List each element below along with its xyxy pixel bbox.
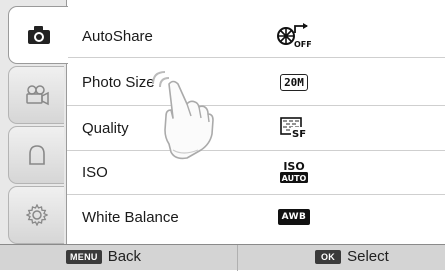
menu-item-label: ISO	[82, 163, 108, 181]
menu-item-photo-size[interactable]: Photo Size 20M	[67, 58, 445, 106]
white-balance-auto-icon: AWB	[272, 193, 316, 241]
bottom-bar: MENU Back OK Select	[0, 244, 445, 271]
tab-movie[interactable]	[8, 66, 64, 124]
select-button[interactable]: OK Select	[315, 248, 389, 265]
person-icon	[28, 145, 45, 165]
camera-icon	[27, 26, 50, 44]
menu-key-badge: MENU	[66, 249, 102, 264]
divider	[237, 245, 238, 271]
back-label: Back	[107, 248, 142, 265]
menu-item-label: Quality	[82, 119, 129, 137]
svg-text:OFF: OFF	[294, 40, 311, 49]
menu-item-label: AutoShare	[82, 27, 153, 45]
tab-settings[interactable]	[8, 186, 64, 244]
menu-item-white-balance[interactable]: White Balance AWB	[67, 193, 445, 241]
movie-camera-icon	[25, 85, 49, 106]
touch-hand-icon	[152, 71, 214, 160]
svg-text:SF: SF	[292, 129, 306, 139]
tab-person[interactable]	[8, 126, 64, 184]
ok-key-badge: OK	[315, 249, 342, 264]
menu-item-label: White Balance	[82, 208, 179, 226]
svg-text:ISO: ISO	[283, 160, 304, 173]
menu-panel: AutoShare OFF Photo Size 20M Quality SF …	[66, 0, 445, 244]
quality-superfine-icon: SF	[272, 104, 316, 152]
menu-item-iso[interactable]: ISO ISO AUTO	[67, 148, 445, 196]
photo-size-20m-icon: 20M	[272, 58, 316, 106]
svg-text:AUTO: AUTO	[282, 174, 307, 183]
tab-camera[interactable]	[8, 6, 68, 64]
menu-item-quality[interactable]: Quality SF	[67, 104, 445, 152]
select-label: Select	[347, 248, 389, 265]
iso-auto-icon: ISO AUTO	[272, 148, 316, 196]
camera-menu-screen: AutoShare OFF Photo Size 20M Quality SF …	[0, 0, 445, 271]
menu-item-autoshare[interactable]: AutoShare OFF	[67, 12, 445, 60]
autoshare-off-icon: OFF	[272, 12, 316, 60]
back-button[interactable]: MENU Back	[66, 248, 141, 265]
tab-strip	[0, 0, 68, 244]
gear-icon	[25, 204, 48, 226]
